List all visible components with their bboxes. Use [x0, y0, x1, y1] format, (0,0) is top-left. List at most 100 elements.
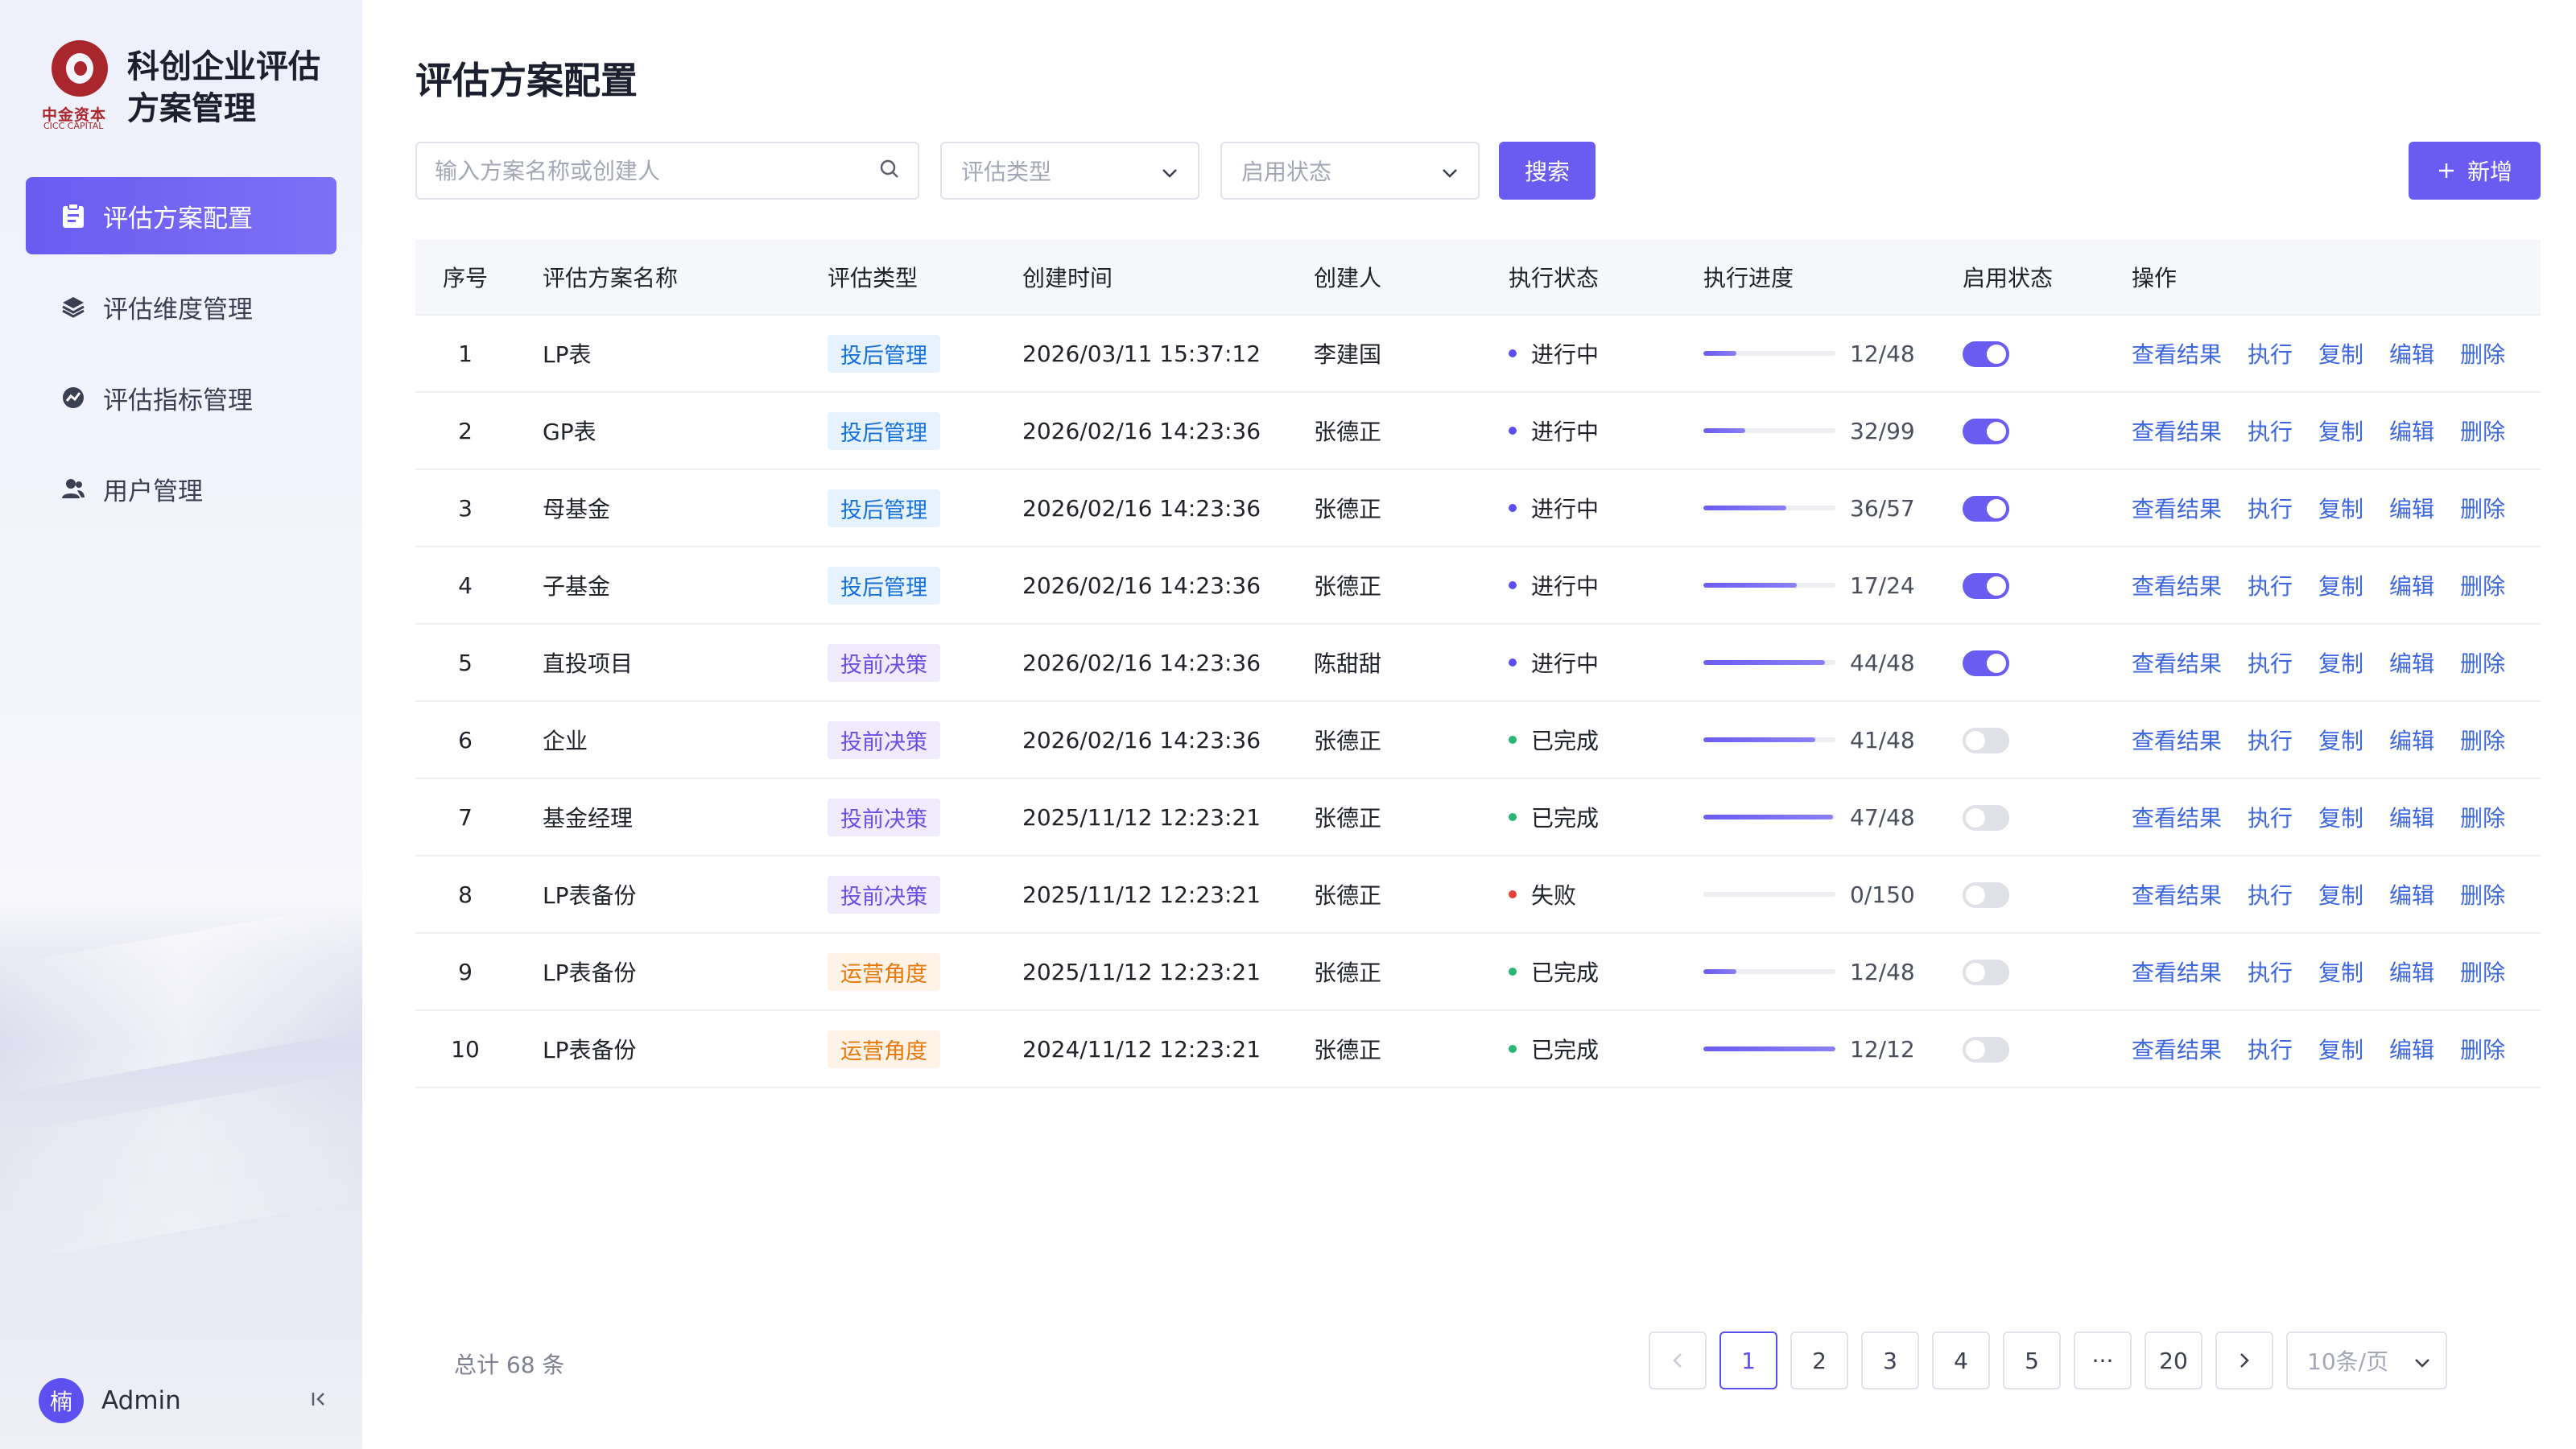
execute-link[interactable]: 执行	[2248, 569, 2293, 601]
view-result-link[interactable]: 查看结果	[2132, 801, 2222, 833]
view-result-link[interactable]: 查看结果	[2132, 956, 2222, 988]
execute-link[interactable]: 执行	[2248, 724, 2293, 756]
enable-toggle[interactable]	[1963, 341, 2009, 367]
copy-link[interactable]: 复制	[2318, 492, 2363, 524]
copy-link[interactable]: 复制	[2318, 646, 2363, 679]
enable-toggle[interactable]	[1963, 1037, 2009, 1063]
view-result-link[interactable]: 查看结果	[2132, 646, 2222, 679]
search-icon[interactable]	[879, 159, 900, 183]
enable-toggle[interactable]	[1963, 882, 2009, 908]
cell-creator: 张德正	[1314, 1037, 1382, 1063]
page-size-select[interactable]: 10条/页	[2286, 1331, 2447, 1389]
enable-toggle[interactable]	[1963, 805, 2009, 831]
view-result-link[interactable]: 查看结果	[2132, 492, 2222, 524]
view-result-link[interactable]: 查看结果	[2132, 724, 2222, 756]
status-dot	[1509, 813, 1517, 821]
next-page-button[interactable]	[2215, 1331, 2273, 1389]
edit-link[interactable]: 编辑	[2389, 724, 2434, 756]
delete-link[interactable]: 删除	[2460, 569, 2505, 601]
copy-link[interactable]: 复制	[2318, 337, 2363, 369]
delete-link[interactable]: 删除	[2460, 878, 2505, 910]
sidebar: 中金资本 CICC CAPITAL 科创企业评估 方案管理 评估方案配置 评估维…	[0, 0, 362, 1449]
view-result-link[interactable]: 查看结果	[2132, 569, 2222, 601]
progress-fill	[1703, 351, 1736, 356]
delete-link[interactable]: 删除	[2460, 956, 2505, 988]
delete-link[interactable]: 删除	[2460, 646, 2505, 679]
copy-link[interactable]: 复制	[2318, 415, 2363, 447]
edit-link[interactable]: 编辑	[2389, 801, 2434, 833]
status-badge: 已完成	[1509, 801, 1703, 833]
edit-link[interactable]: 编辑	[2389, 956, 2434, 988]
edit-link[interactable]: 编辑	[2389, 1033, 2434, 1065]
delete-link[interactable]: 删除	[2460, 415, 2505, 447]
enable-toggle[interactable]	[1963, 728, 2009, 753]
execute-link[interactable]: 执行	[2248, 492, 2293, 524]
enable-toggle[interactable]	[1963, 419, 2009, 444]
collapse-sidebar-icon[interactable]	[309, 1387, 328, 1415]
edit-link[interactable]: 编辑	[2389, 646, 2434, 679]
progress-fill	[1703, 969, 1736, 974]
page-ellipsis[interactable]: ···	[2074, 1331, 2132, 1389]
edit-link[interactable]: 编辑	[2389, 415, 2434, 447]
delete-link[interactable]: 删除	[2460, 337, 2505, 369]
avatar[interactable]: 楠	[39, 1378, 84, 1423]
page-button[interactable]: 5	[2003, 1331, 2061, 1389]
delete-link[interactable]: 删除	[2460, 1033, 2505, 1065]
enable-toggle[interactable]	[1963, 496, 2009, 522]
copy-link[interactable]: 复制	[2318, 878, 2363, 910]
copy-link[interactable]: 复制	[2318, 1033, 2363, 1065]
status-dot	[1509, 968, 1517, 976]
enable-toggle[interactable]	[1963, 573, 2009, 599]
page-button[interactable]: 3	[1861, 1331, 1919, 1389]
cell-creator: 张德正	[1314, 728, 1382, 754]
row-actions: 查看结果 执行 复制 编辑 删除	[2132, 569, 2541, 601]
type-select[interactable]: 评估类型	[940, 142, 1199, 200]
status-select[interactable]: 启用状态	[1220, 142, 1480, 200]
copy-link[interactable]: 复制	[2318, 801, 2363, 833]
execute-link[interactable]: 执行	[2248, 801, 2293, 833]
chevron-down-icon	[2413, 1348, 2431, 1374]
copy-link[interactable]: 复制	[2318, 569, 2363, 601]
enable-toggle[interactable]	[1963, 650, 2009, 676]
page-button[interactable]: 2	[1790, 1331, 1848, 1389]
edit-link[interactable]: 编辑	[2389, 492, 2434, 524]
execute-link[interactable]: 执行	[2248, 878, 2293, 910]
execute-link[interactable]: 执行	[2248, 646, 2293, 679]
delete-link[interactable]: 删除	[2460, 724, 2505, 756]
prev-page-button[interactable]	[1649, 1331, 1707, 1389]
view-result-link[interactable]: 查看结果	[2132, 878, 2222, 910]
table-row: 1 LP表 投后管理 2026/03/11 15:37:12 李建国 进行中 12/48 查看…	[415, 316, 2541, 393]
copy-link[interactable]: 复制	[2318, 956, 2363, 988]
search-input[interactable]	[435, 157, 879, 184]
table-row: 9 LP表备份 运营角度 2025/11/12 12:23:21 张德正 已完成 12/48…	[415, 934, 2541, 1011]
execute-link[interactable]: 执行	[2248, 956, 2293, 988]
edit-link[interactable]: 编辑	[2389, 878, 2434, 910]
page-button[interactable]: 20	[2145, 1331, 2202, 1389]
view-result-link[interactable]: 查看结果	[2132, 415, 2222, 447]
page-button[interactable]: 4	[1932, 1331, 1990, 1389]
chevron-left-icon	[1673, 1353, 1682, 1368]
sidebar-decor	[0, 1071, 362, 1264]
user-icon	[60, 475, 87, 502]
edit-link[interactable]: 编辑	[2389, 337, 2434, 369]
sidebar-item-dimension[interactable]: 评估维度管理	[26, 268, 336, 345]
execute-link[interactable]: 执行	[2248, 337, 2293, 369]
edit-link[interactable]: 编辑	[2389, 569, 2434, 601]
row-actions: 查看结果 执行 复制 编辑 删除	[2132, 646, 2541, 679]
view-result-link[interactable]: 查看结果	[2132, 337, 2222, 369]
add-button[interactable]: 新增	[2409, 142, 2541, 200]
clipboard-icon	[60, 202, 87, 229]
delete-link[interactable]: 删除	[2460, 492, 2505, 524]
sidebar-item-users[interactable]: 用户管理	[26, 450, 336, 527]
sidebar-item-plan-config[interactable]: 评估方案配置	[26, 177, 336, 254]
enable-toggle[interactable]	[1963, 960, 2009, 985]
copy-link[interactable]: 复制	[2318, 724, 2363, 756]
sidebar-item-indicator[interactable]: 评估指标管理	[26, 359, 336, 436]
page-button[interactable]: 1	[1719, 1331, 1777, 1389]
delete-link[interactable]: 删除	[2460, 801, 2505, 833]
col-created-time: 创建时间	[1022, 265, 1113, 291]
view-result-link[interactable]: 查看结果	[2132, 1033, 2222, 1065]
execute-link[interactable]: 执行	[2248, 415, 2293, 447]
search-button[interactable]: 搜索	[1499, 142, 1596, 200]
execute-link[interactable]: 执行	[2248, 1033, 2293, 1065]
